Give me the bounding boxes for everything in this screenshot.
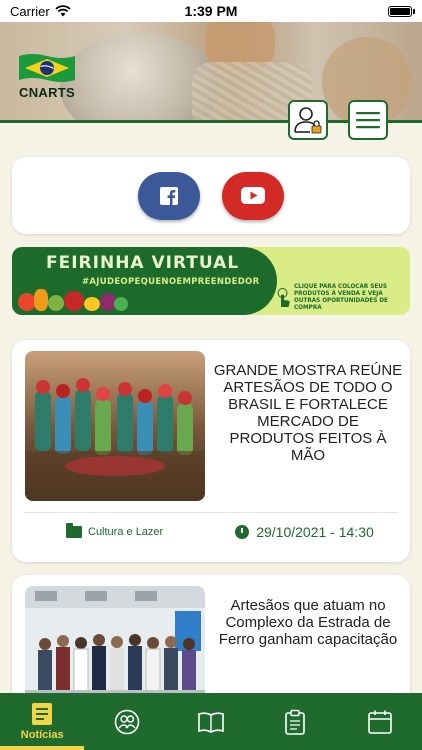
cnarts-logo: CNARTS <box>14 52 80 100</box>
news-meta: Cultura e Lazer 29/10/2021 - 14:30 <box>24 512 398 550</box>
produce-illustration <box>14 287 134 315</box>
calendar-icon <box>367 710 392 734</box>
social-links-card <box>12 157 410 234</box>
tab-book[interactable] <box>169 693 253 750</box>
feirinha-virtual-banner[interactable]: FEIRINHA VIRTUAL #AJUDEOPEQUENOEMPREENDE… <box>12 247 410 315</box>
status-time: 1:39 PM <box>184 3 238 19</box>
active-tab-indicator <box>0 746 85 750</box>
facebook-icon <box>160 186 178 205</box>
click-hand-icon <box>277 288 290 307</box>
folder-icon <box>66 522 82 538</box>
carrier-label: Carrier <box>10 3 50 19</box>
news-image-artisan-figurines <box>25 351 205 501</box>
menu-button[interactable] <box>348 100 388 140</box>
artisans-icon <box>114 709 139 734</box>
tab-artisans[interactable] <box>84 693 168 750</box>
tab-noticias-label: Notícias <box>20 729 64 741</box>
news-category: Cultura e Lazer <box>88 525 164 538</box>
news-card[interactable]: GRANDE MOSTRA REÚNE ARTESÃOS DE TODO O B… <box>12 340 410 562</box>
brazil-flag-icon <box>19 54 75 82</box>
book-icon <box>198 711 224 733</box>
wifi-icon <box>55 5 71 17</box>
bottom-tab-bar: Notícias <box>0 693 422 750</box>
news-title: GRANDE MOSTRA REÚNE ARTESÃOS DE TODO O B… <box>213 362 403 464</box>
news-title: Artesãos que atuam no Complexo da Estrad… <box>218 597 398 648</box>
tab-clipboard[interactable] <box>253 693 337 750</box>
user-lock-icon <box>294 107 322 134</box>
hamburger-menu-icon <box>356 112 380 129</box>
feirinha-cta-text: CLIQUE PARA COLOCAR SEUS PRODUTOS À VEND… <box>294 284 388 311</box>
feirinha-hashtag: #AJUDEOPEQUENOEMPREENDEDOR <box>82 277 260 287</box>
logo-text: CNARTS <box>19 85 75 100</box>
facebook-button[interactable] <box>138 171 200 220</box>
tab-noticias[interactable]: Notícias <box>0 693 85 750</box>
clipboard-icon <box>285 709 306 735</box>
tab-calendar[interactable] <box>338 693 422 750</box>
news-date: 29/10/2021 - 14:30 <box>256 523 374 540</box>
login-button[interactable] <box>288 100 328 140</box>
status-bar: Carrier 1:39 PM <box>0 0 422 22</box>
youtube-button[interactable] <box>222 171 284 220</box>
clock-icon <box>235 524 250 539</box>
youtube-icon <box>241 187 265 204</box>
battery-icon <box>388 5 415 17</box>
feirinha-title: FEIRINHA VIRTUAL <box>46 253 240 273</box>
news-icon <box>32 703 53 725</box>
